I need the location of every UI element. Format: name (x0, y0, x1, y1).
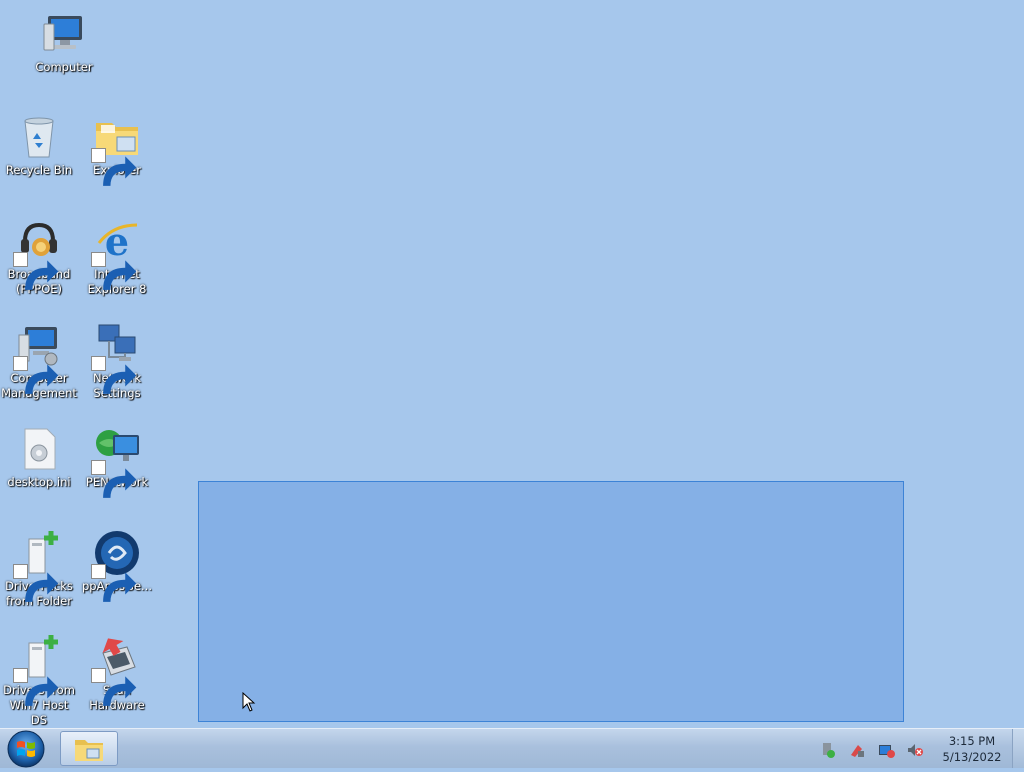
desktop-icon-label: Computer (35, 60, 93, 74)
recycle-bin-icon (15, 113, 63, 161)
driverpack-icon (13, 633, 63, 706)
desktop-icon-network-settings[interactable]: Network Settings (78, 321, 156, 401)
folder-icon (91, 113, 141, 186)
desktop-icon-driverpacks-from-folder[interactable]: DriverPacks from Folder (0, 529, 78, 609)
desktop-icon-explorer[interactable]: Explorer (78, 113, 156, 186)
desktop-icon-internet-explorer[interactable]: e Internet Explorer 8 (78, 217, 156, 297)
shortcut-arrow-icon (91, 564, 137, 602)
folder-icon (75, 740, 103, 761)
desktop[interactable]: Computer Recycle Bin Explorer Broadband … (0, 0, 1024, 728)
windows-logo-icon (7, 730, 45, 768)
show-desktop-button[interactable] (1012, 729, 1024, 768)
network-icon[interactable] (848, 741, 866, 759)
desktop-icon-computer[interactable]: Computer (25, 10, 103, 75)
clock-time: 3:15 PM (948, 734, 996, 748)
computer-management-icon (13, 321, 63, 394)
safely-remove-icon[interactable] (819, 741, 837, 759)
broadband-icon (13, 217, 63, 290)
network-settings-icon (91, 321, 141, 394)
start-button[interactable] (4, 730, 48, 768)
desktop-icon-broadband[interactable]: Broadband (PPPOE) (0, 217, 78, 297)
desktop-icon-recycle-bin[interactable]: Recycle Bin (0, 113, 78, 178)
ppapps-icon (91, 529, 141, 602)
shortcut-arrow-icon (91, 460, 137, 498)
desktop-icon-label: Recycle Bin (5, 163, 73, 177)
globe-network-icon (91, 425, 141, 498)
clock-date: 5/13/2022 (942, 750, 1002, 764)
volume-muted-icon[interactable] (906, 741, 924, 759)
shortcut-arrow-icon (13, 668, 59, 706)
desktop-icon-desktop-ini[interactable]: desktop.ini (0, 425, 78, 490)
shortcut-arrow-icon (91, 252, 137, 290)
internet-explorer-icon: e (91, 217, 141, 290)
taskbar-item-explorer[interactable] (60, 731, 118, 766)
scan-hardware-icon (91, 633, 141, 706)
shortcut-arrow-icon (91, 356, 137, 394)
shortcut-arrow-icon (13, 356, 59, 394)
action-center-icon[interactable] (877, 741, 895, 759)
system-clock[interactable]: 3:15 PM 5/13/2022 (935, 733, 1009, 765)
shortcut-arrow-icon (91, 148, 137, 186)
selection-rectangle (198, 481, 904, 722)
notification-area (813, 739, 924, 759)
driverpack-icon (13, 529, 63, 602)
desktop-icon-label: desktop.ini (7, 475, 71, 489)
desktop-icon-computer-management[interactable]: Computer Management (0, 321, 78, 401)
desktop-icon-drivers-from-win7-host[interactable]: Drivers from Win7 Host DS (0, 633, 78, 728)
taskbar: 3:15 PM 5/13/2022 (0, 728, 1024, 768)
computer-icon (40, 10, 88, 58)
desktop-icon-ppappsgen[interactable]: ppAppsGe... (78, 529, 156, 602)
settings-file-icon (15, 425, 63, 473)
shortcut-arrow-icon (91, 668, 137, 706)
mouse-pointer-icon (242, 692, 256, 712)
shortcut-arrow-icon (13, 252, 59, 290)
shortcut-arrow-icon (13, 564, 59, 602)
desktop-icon-scan-hardware[interactable]: Scan Hardware (78, 633, 156, 713)
desktop-icon-penetwork[interactable]: PENetwork (78, 425, 156, 498)
